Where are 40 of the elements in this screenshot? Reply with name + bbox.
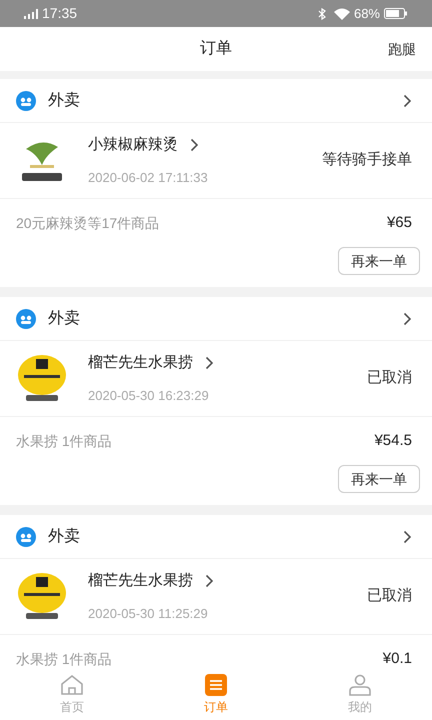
chevron-right-icon bbox=[205, 356, 214, 370]
order-status: 已取消 bbox=[367, 586, 412, 606]
bluetooth-icon bbox=[318, 8, 326, 20]
home-icon bbox=[60, 674, 84, 696]
order-status: 等待骑手接单 bbox=[322, 150, 412, 170]
order-price: ¥65 bbox=[386, 212, 412, 233]
order-category: 外卖 bbox=[48, 526, 80, 546]
list-icon bbox=[204, 674, 228, 696]
store-name[interactable]: 榴芒先生水果捞 bbox=[88, 352, 193, 374]
clock-time: 17:35 bbox=[42, 4, 78, 23]
errand-button[interactable]: 跑腿 bbox=[388, 38, 416, 60]
battery-icon bbox=[384, 8, 408, 19]
order-summary: 水果捞 1件商品 bbox=[16, 432, 112, 450]
order-category: 外卖 bbox=[48, 308, 80, 328]
order-summary: 20元麻辣烫等17件商品 bbox=[16, 214, 160, 232]
reorder-button[interactable]: 再来一单 bbox=[338, 465, 420, 493]
order-time: 2020-06-02 17:11:33 bbox=[88, 169, 208, 187]
order-time: 2020-05-30 11:25:29 bbox=[88, 605, 209, 623]
chevron-right-icon bbox=[205, 574, 214, 588]
store-name[interactable]: 小辣椒麻辣烫 bbox=[88, 134, 178, 156]
chevron-right-icon bbox=[403, 94, 412, 108]
order-category: 外卖 bbox=[48, 90, 80, 110]
delivery-icon bbox=[16, 308, 36, 328]
wifi-icon bbox=[334, 8, 350, 20]
signal-icon bbox=[24, 8, 38, 18]
user-icon bbox=[348, 674, 372, 696]
delivery-icon bbox=[16, 526, 36, 546]
order-price: ¥54.5 bbox=[374, 430, 412, 451]
order-status: 已取消 bbox=[367, 368, 412, 388]
order-time: 2020-05-30 16:23:29 bbox=[88, 387, 210, 405]
battery-percent: 68% bbox=[354, 4, 380, 23]
chevron-right-icon bbox=[403, 312, 412, 326]
page-title: 订单 bbox=[200, 39, 232, 59]
store-name[interactable]: 榴芒先生水果捞 bbox=[88, 570, 193, 592]
chevron-right-icon bbox=[403, 530, 412, 544]
order-price: ¥0.1 bbox=[382, 648, 412, 669]
order-summary: 水果捞 1件商品 bbox=[16, 650, 112, 668]
delivery-icon bbox=[16, 90, 36, 110]
chevron-right-icon bbox=[190, 138, 199, 152]
reorder-button[interactable]: 再来一单 bbox=[338, 247, 420, 275]
